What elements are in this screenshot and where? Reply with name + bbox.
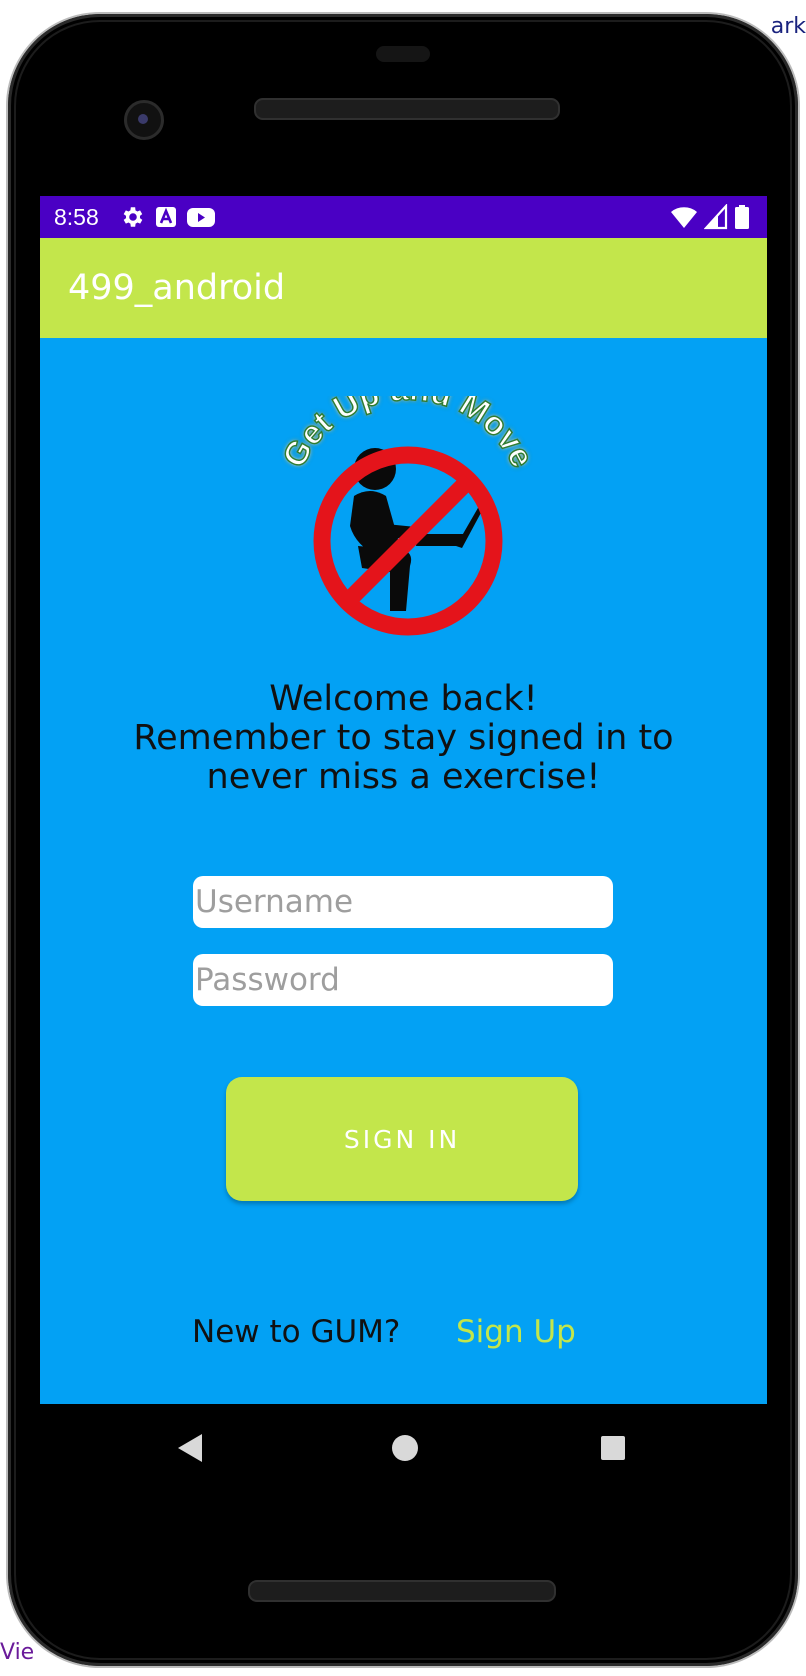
- youtube-icon: [186, 204, 216, 234]
- back-icon[interactable]: [176, 1432, 206, 1468]
- battery-icon: [734, 204, 750, 234]
- wifi-icon: [670, 204, 698, 234]
- username-input[interactable]: [193, 876, 613, 928]
- welcome-line-2: Remember to stay signed in to: [133, 718, 674, 758]
- front-camera: [124, 100, 164, 140]
- background-window-text-bottom: Vie: [0, 1640, 35, 1665]
- password-input[interactable]: [193, 954, 613, 1006]
- sign-in-button[interactable]: SIGN IN: [226, 1077, 578, 1201]
- app-title: 499_android: [68, 268, 286, 308]
- sign-up-link[interactable]: Sign Up: [456, 1314, 576, 1350]
- background-window-text: ark: [770, 14, 806, 39]
- earpiece-speaker: [254, 98, 560, 120]
- get-up-and-move-logo: Get Up and Move: [274, 396, 542, 636]
- recents-icon[interactable]: [598, 1432, 628, 1468]
- signal-icon: [703, 203, 728, 234]
- status-time: 8:58: [54, 204, 99, 230]
- bottom-speaker: [248, 1580, 556, 1602]
- home-icon[interactable]: [390, 1432, 420, 1468]
- welcome-message: Welcome back! Remember to stay signed in…: [40, 680, 767, 797]
- welcome-line-1: Welcome back!: [269, 679, 538, 719]
- new-user-prompt: New to GUM?: [192, 1314, 401, 1350]
- welcome-line-3: never miss a exercise!: [206, 757, 601, 797]
- app-screen: 8:58 499_android Get U Move Welcome back…: [40, 196, 767, 1404]
- status-bar: 8:58: [40, 196, 767, 238]
- gear-icon: [120, 204, 146, 234]
- app-bar: 499_android: [40, 238, 767, 338]
- phone-sensor: [376, 46, 430, 62]
- a-box-icon: [154, 204, 178, 234]
